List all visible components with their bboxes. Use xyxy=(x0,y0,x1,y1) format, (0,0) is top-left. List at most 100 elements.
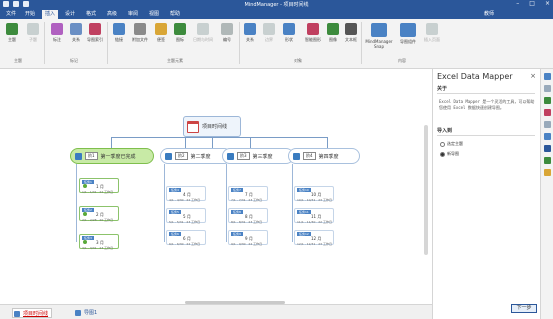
quarter-topic-q4[interactable]: 阶4 第四季度 xyxy=(288,148,360,164)
vertical-scrollbar[interactable] xyxy=(424,75,428,297)
callout-icon xyxy=(51,23,63,35)
task-box[interactable]: 任务10 10 月 10/1 - 10/31 · 23 工作日 xyxy=(294,186,334,202)
link-icon xyxy=(113,23,125,35)
map-doc-icon xyxy=(14,311,20,317)
minimize-button[interactable]: – xyxy=(516,0,519,8)
boundary-icon xyxy=(244,23,256,35)
tab-file[interactable]: 文件 xyxy=(3,10,19,19)
date-time-button[interactable]: 日期与时间 xyxy=(190,23,216,43)
task-box[interactable]: 任务12 12 月 12/1 - 12/31 · 23 工作日 xyxy=(294,230,334,246)
excel-icon[interactable] xyxy=(544,157,551,164)
task-box[interactable]: 任务8 8 月 8/1 - 8/31 · 23 工作日 xyxy=(228,208,268,224)
pane-close-button[interactable]: × xyxy=(530,72,536,80)
ribbon: 主题 子题 标注 关系 导图索引 链接 附加文件 便签 图标 日期与时间 编号 … xyxy=(0,19,553,69)
about-text: Excel Data Mapper 是一个灵活的工具，可以帮助您使用 Excel… xyxy=(439,99,535,110)
phase-tag: 阶2 xyxy=(175,152,188,160)
tab-help[interactable]: 帮助 xyxy=(167,10,183,19)
pane-icon[interactable] xyxy=(544,121,551,128)
smartshape-icon xyxy=(307,23,319,35)
tab-format[interactable]: 格式 xyxy=(83,10,99,19)
divider xyxy=(437,93,535,94)
quarter-topic-q1[interactable]: 阶1 第一季度已完成 xyxy=(70,148,154,164)
connector-q2 xyxy=(185,137,186,148)
about-heading: 关于 xyxy=(437,86,448,92)
phase-tag: 阶4 xyxy=(303,152,316,160)
topic-icon xyxy=(6,23,18,35)
insert-page-button[interactable]: 插入页面 xyxy=(420,23,444,43)
task-box[interactable]: 任务5 5 月 5/1 - 5/31 · 23 工作日 xyxy=(166,208,206,224)
attach-file-button[interactable]: 附加文件 xyxy=(129,23,151,43)
task-box[interactable]: 任务4 4 月 4/1 - 4/30 · 22 工作日 xyxy=(166,186,206,202)
account-name[interactable]: 教师 xyxy=(484,10,494,19)
link-button[interactable]: 链接 xyxy=(108,23,130,43)
tab-view[interactable]: 视图 xyxy=(146,10,162,19)
subtopic-button[interactable]: 子题 xyxy=(22,23,44,43)
tab-advanced[interactable]: 高级 xyxy=(104,10,120,19)
mindmanager-window: MindManager - 项目时间线 – □ × 文件 开始 插入 设计 格式… xyxy=(0,0,553,319)
phase-tag: 阶3 xyxy=(237,152,250,160)
pane-icon[interactable] xyxy=(544,145,551,152)
complete-icon xyxy=(83,212,87,216)
pane-icon[interactable] xyxy=(544,85,551,92)
radio-circle xyxy=(440,151,445,157)
group-label-content: 内容 xyxy=(398,58,406,63)
icons-button[interactable]: 图标 xyxy=(169,23,191,43)
shape-button[interactable]: 形状 xyxy=(278,23,300,43)
calendar-icon xyxy=(187,120,199,133)
doc-tab-project-timeline[interactable]: 项目时间线 xyxy=(12,308,53,318)
tab-design[interactable]: 设计 xyxy=(62,10,78,19)
task-info-icon xyxy=(75,152,82,160)
map-component-button[interactable]: 导图组件 xyxy=(396,23,420,45)
numbering-button[interactable]: 编号 xyxy=(216,23,238,43)
tab-home[interactable]: 开始 xyxy=(22,10,38,19)
close-button[interactable]: × xyxy=(545,0,550,8)
task-box[interactable]: 任务1 1 月 1/1 - 1/31 · 22 工作日 xyxy=(79,178,119,194)
quarter-name: 第二季度 xyxy=(190,153,211,160)
radio-new-map[interactable]: 新导图 xyxy=(440,151,459,157)
textbox-button[interactable]: 文本框 xyxy=(340,23,362,43)
tab-insert[interactable]: 插入 xyxy=(42,10,59,19)
task-info-icon xyxy=(165,152,172,160)
scroll-thumb[interactable] xyxy=(424,125,428,255)
topic-button[interactable]: 主题 xyxy=(1,23,23,43)
tab-review[interactable]: 审阅 xyxy=(125,10,141,19)
q1-spine xyxy=(76,164,77,242)
q3-spine xyxy=(226,164,227,242)
map-canvas[interactable] xyxy=(0,69,430,304)
pane-icon[interactable] xyxy=(544,169,551,176)
pane-title: Excel Data Mapper xyxy=(437,72,513,81)
quarter-topic-q3[interactable]: 阶3 第三季度 xyxy=(222,148,294,164)
group-label-topic-elements: 主题元素 xyxy=(167,58,183,63)
component-icon xyxy=(400,23,416,37)
border-button[interactable]: 边界 xyxy=(258,23,280,43)
complete-icon xyxy=(83,240,87,244)
task-box[interactable]: 任务3 3 月 3/1 - 3/31 · 23 工作日 xyxy=(79,234,119,250)
group-label-topic: 主题 xyxy=(14,58,22,63)
window-controls: – □ × xyxy=(516,0,550,8)
doc-tab-map1[interactable]: 导图1 xyxy=(74,308,100,318)
pane-icon[interactable] xyxy=(544,133,551,140)
maximize-button[interactable]: □ xyxy=(529,0,535,8)
map-doc-icon xyxy=(75,310,81,316)
pane-icon[interactable] xyxy=(544,73,551,80)
pane-icon[interactable] xyxy=(544,97,551,104)
radio-selected-topic[interactable]: 选定主题 xyxy=(440,141,463,147)
task-box[interactable]: 任务7 7 月 7/1 - 7/31 · 23 工作日 xyxy=(228,186,268,202)
task-box[interactable]: 任务11 11 月 11/1 - 11/30 · 22 工作日 xyxy=(294,208,334,224)
task-box[interactable]: 任务6 6 月 6/1 - 6/30 · 22 工作日 xyxy=(166,230,206,246)
next-button[interactable]: 下一步 xyxy=(511,304,537,313)
task-box[interactable]: 任务9 9 月 9/1 - 9/30 · 22 工作日 xyxy=(228,230,268,246)
central-topic[interactable]: 项目时间线 xyxy=(183,116,241,137)
mindmanager-snap-button[interactable]: MindManager Snap xyxy=(363,23,395,49)
task-box[interactable]: 任务2 2 月 2/1 - 2/28 · 20 工作日 xyxy=(79,206,119,222)
title-bar: MindManager - 项目时间线 – □ × xyxy=(0,0,553,9)
icons-icon xyxy=(174,23,186,35)
subtopic-icon xyxy=(27,23,39,35)
window-title: MindManager - 项目时间线 xyxy=(244,2,309,8)
pane-icon[interactable] xyxy=(544,109,551,116)
group-separator xyxy=(361,22,362,64)
map-index-button[interactable]: 导图索引 xyxy=(84,23,106,43)
excel-data-mapper-pane: Excel Data Mapper × 关于 Excel Data Mapper… xyxy=(432,69,540,319)
radio-circle xyxy=(440,141,445,147)
connector-q1 xyxy=(111,137,112,148)
